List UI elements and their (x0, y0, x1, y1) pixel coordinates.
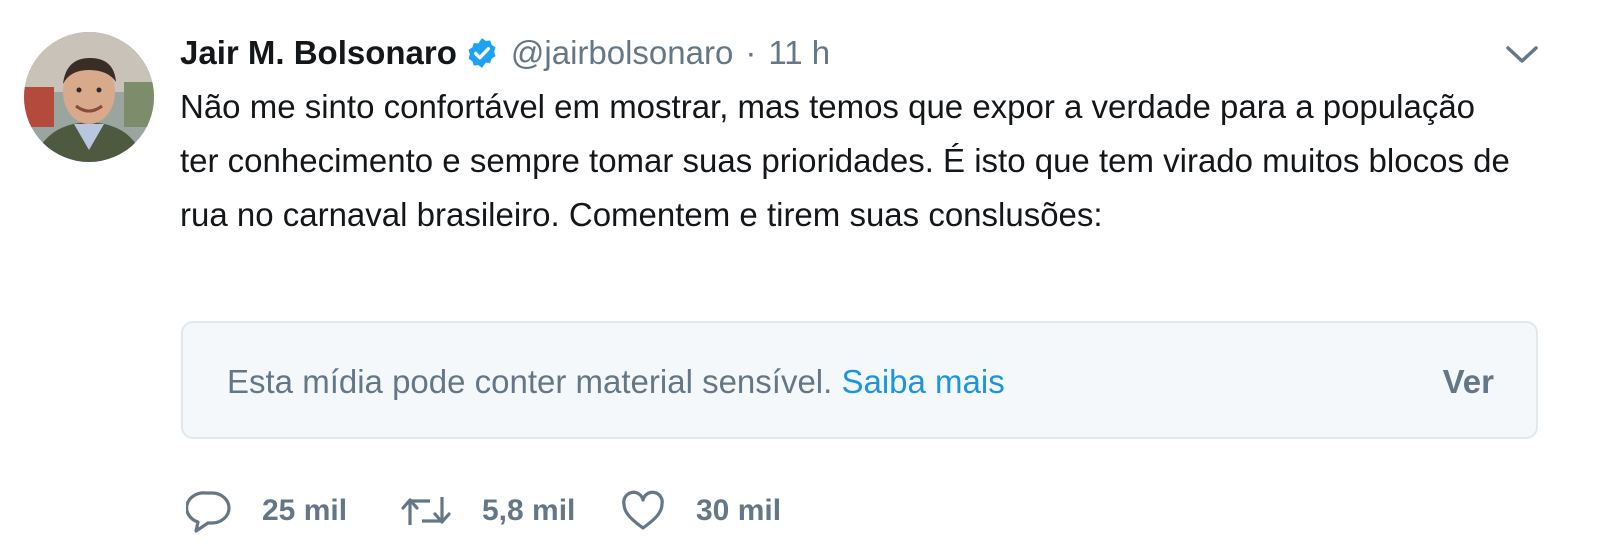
heart-icon (620, 490, 666, 532)
avatar[interactable] (24, 32, 154, 162)
tweet-header: Jair M. Bolsonaro @jairbolsonaro · 11 h (180, 30, 830, 76)
retweet-count: 5,8 mil (482, 494, 576, 527)
author-handle[interactable]: @jairbolsonaro (511, 34, 733, 72)
avatar-photo (24, 32, 154, 162)
sensitive-media-warning: Esta mídia pode conter material sensível… (181, 321, 1538, 439)
chevron-down-icon[interactable] (1504, 40, 1540, 70)
retweet-icon (400, 491, 452, 531)
like-count: 30 mil (696, 494, 782, 527)
learn-more-link[interactable]: Saiba mais (841, 363, 1004, 400)
verified-badge-icon (465, 36, 499, 70)
reply-button[interactable]: 25 mil (186, 489, 400, 533)
tweet: Jair M. Bolsonaro @jairbolsonaro · 11 h … (0, 0, 1600, 550)
like-button[interactable]: 30 mil (620, 490, 781, 532)
media-warning-message: Esta mídia pode conter material sensível… (227, 363, 833, 400)
view-media-button[interactable]: Ver (1443, 363, 1494, 401)
reply-count: 25 mil (262, 494, 348, 527)
reply-icon (186, 489, 232, 533)
tweet-actions: 25 mil 5,8 mil 30 mil (186, 486, 781, 536)
tweet-text: Não me sinto confortável em mostrar, mas… (180, 88, 1510, 233)
tweet-timestamp[interactable]: 11 h (768, 34, 830, 72)
author-name[interactable]: Jair M. Bolsonaro (180, 34, 457, 72)
header-separator: · (745, 34, 757, 71)
retweet-button[interactable]: 5,8 mil (400, 491, 620, 531)
media-warning-text: Esta mídia pode conter material sensível… (227, 363, 1005, 401)
